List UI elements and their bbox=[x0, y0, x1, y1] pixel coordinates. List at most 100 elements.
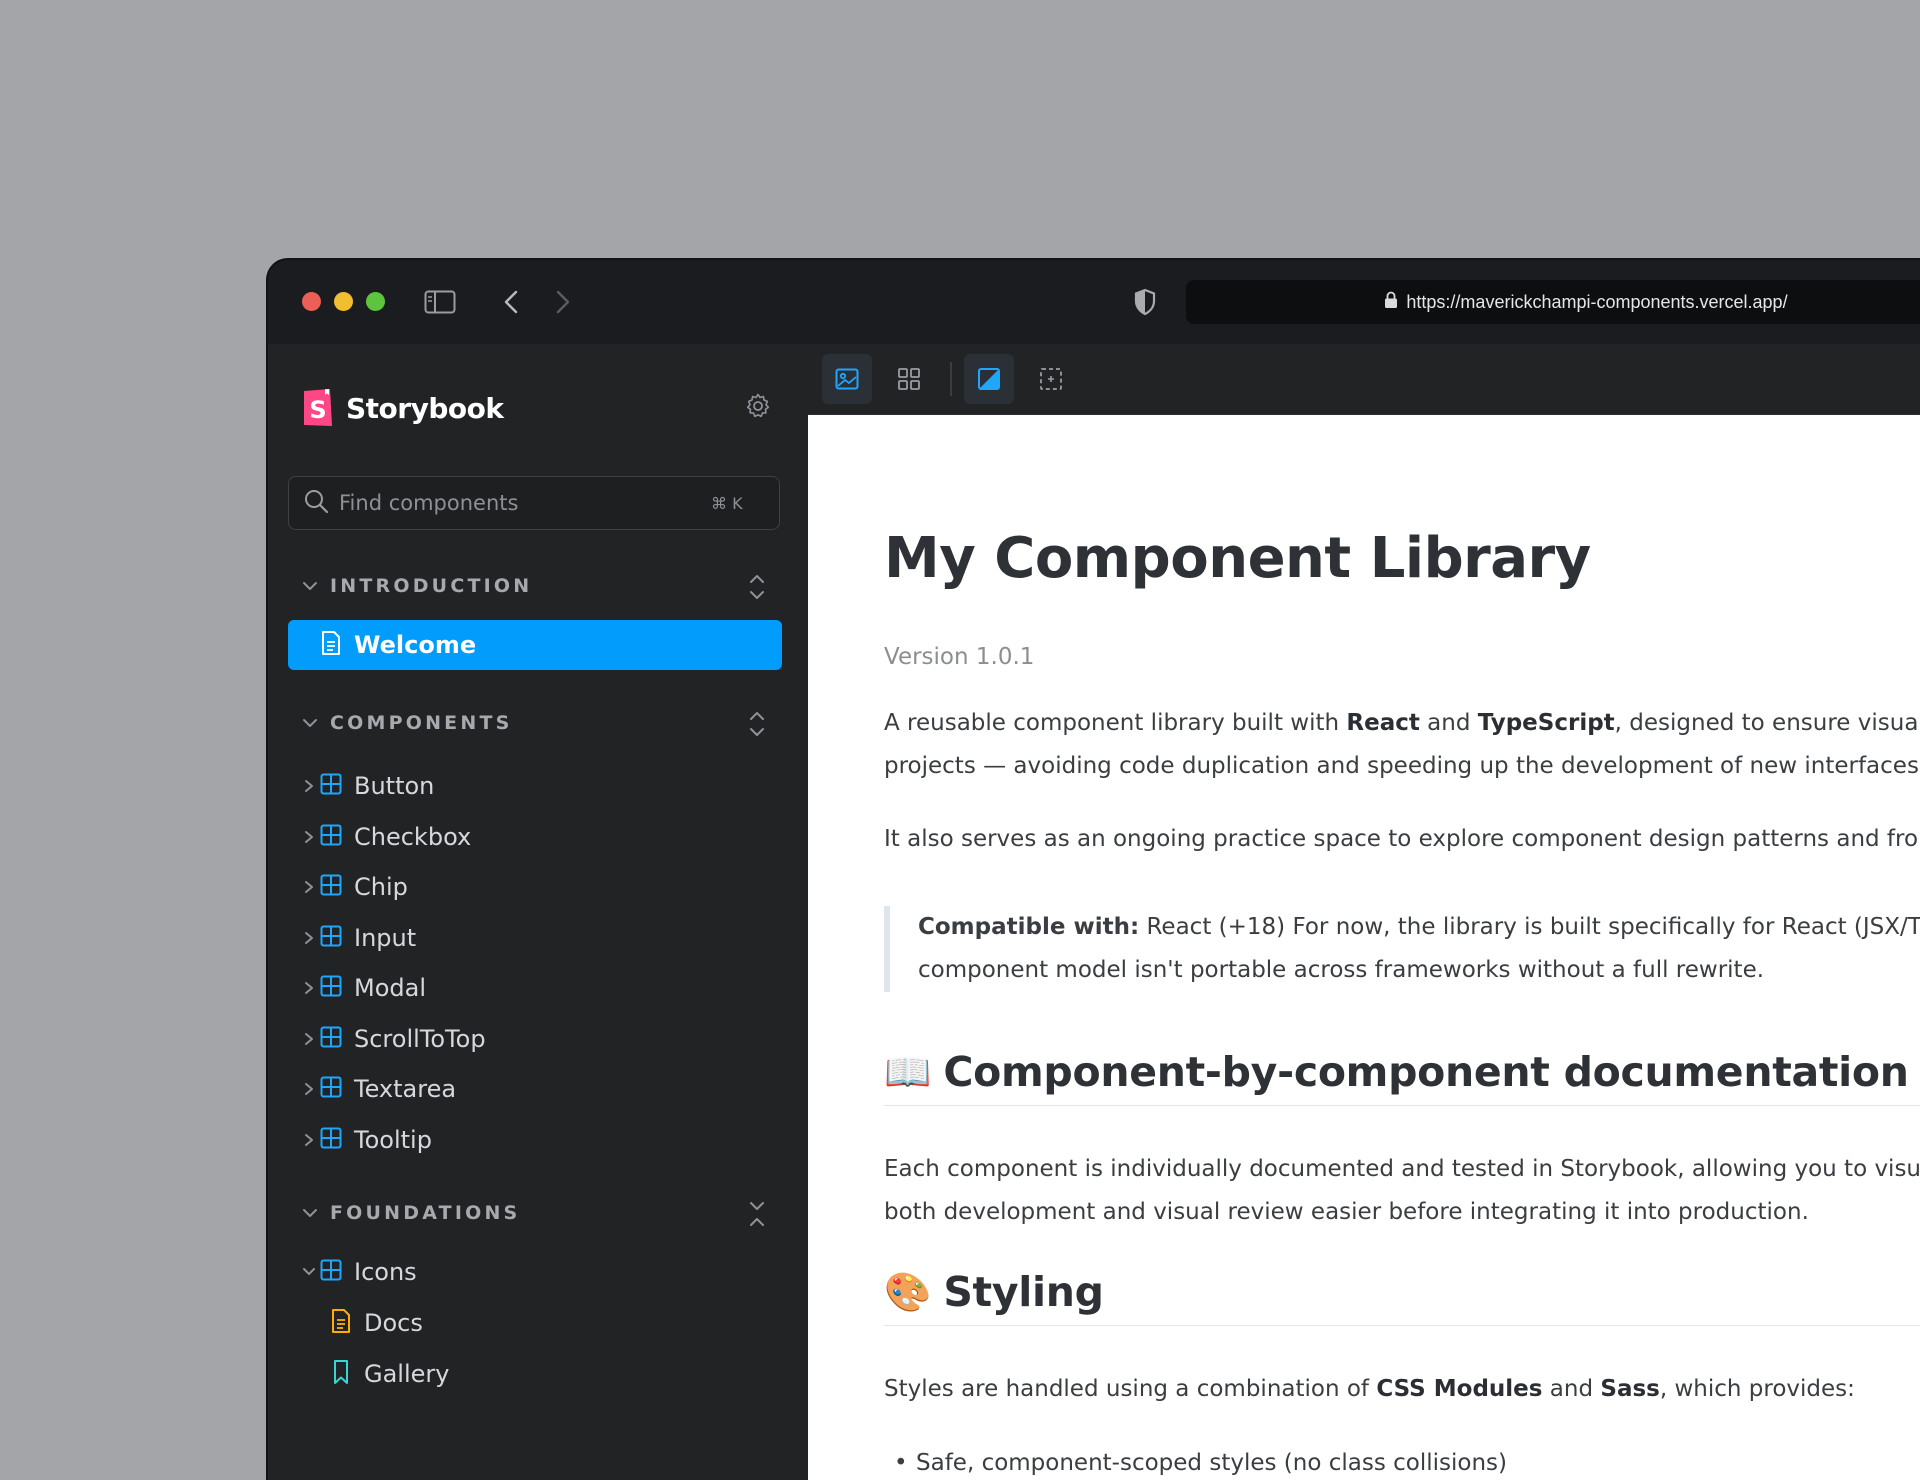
sidebar-item-welcome[interactable]: Welcome bbox=[288, 620, 782, 670]
sidebar-item-gallery[interactable]: Gallery bbox=[320, 1350, 782, 1398]
sidebar-item-checkbox[interactable]: Checkbox bbox=[288, 813, 782, 861]
bookmark-icon bbox=[330, 1359, 352, 1389]
text-run: Each component is individually documente… bbox=[884, 1156, 1920, 1182]
sidebar-item-label: Modal bbox=[354, 974, 426, 1002]
browser-titlebar: https://maverickchampi-components.vercel… bbox=[268, 260, 1920, 344]
text-run: , designed to ensure visual an bbox=[1614, 710, 1920, 736]
image-view-icon[interactable] bbox=[822, 354, 872, 404]
minimize-window-button[interactable] bbox=[334, 292, 353, 311]
sidebar-item-label: Gallery bbox=[364, 1360, 450, 1388]
sidebar-item-label: Input bbox=[354, 924, 417, 952]
zoom-window-button[interactable] bbox=[366, 292, 385, 311]
search-input[interactable] bbox=[339, 491, 709, 515]
grid-view-icon[interactable] bbox=[884, 354, 934, 404]
sidebar-item-textarea[interactable]: Textarea bbox=[288, 1065, 782, 1113]
sidebar-item-label: Button bbox=[354, 772, 435, 800]
sidebar-item-label: Welcome bbox=[354, 631, 477, 659]
text-run: projects — avoiding code duplication and… bbox=[884, 753, 1920, 779]
sidebar-item-docs[interactable]: Docs bbox=[320, 1299, 782, 1347]
sidebar-item-label: Textarea bbox=[354, 1075, 457, 1103]
background-toggle-icon[interactable] bbox=[964, 354, 1014, 404]
outline-toggle-icon[interactable] bbox=[1026, 354, 1076, 404]
chevron-right-icon bbox=[298, 830, 320, 844]
docs-icon bbox=[330, 1308, 352, 1338]
sidebar-item-scrolltotop[interactable]: ScrollToTop bbox=[288, 1015, 782, 1063]
storybook-logo-icon: S bbox=[302, 388, 334, 428]
url-text: https://maverickchampi-components.vercel… bbox=[1406, 291, 1788, 312]
styling-paragraph: Styles are handled using a combination o… bbox=[884, 1368, 1855, 1411]
text-run: component model isn't portable across fr… bbox=[918, 957, 1765, 983]
sidebar-item-label: Chip bbox=[354, 873, 408, 901]
chevron-right-icon bbox=[298, 779, 320, 793]
expand-collapse-icon[interactable] bbox=[748, 709, 766, 743]
documentation-paragraph: Each component is individually documente… bbox=[884, 1148, 1920, 1234]
heading-documentation: 📖 Component-by-component documentation bbox=[884, 1039, 1920, 1106]
version-text: Version 1.0.1 bbox=[884, 644, 1035, 670]
component-grid-icon bbox=[320, 1259, 342, 1285]
find-components-search[interactable]: ⌘ K bbox=[288, 476, 780, 530]
chevron-down-icon bbox=[298, 1266, 320, 1278]
address-bar[interactable]: https://maverickchampi-components.vercel… bbox=[1186, 280, 1920, 324]
sidebar-item-label: Docs bbox=[364, 1309, 423, 1337]
sidebar-toggle-icon[interactable] bbox=[422, 284, 458, 320]
brand-name: Storybook bbox=[346, 391, 504, 425]
chevron-down-icon bbox=[302, 714, 318, 733]
heading-text: Component-by-component documentation bbox=[943, 1048, 1909, 1096]
lock-icon bbox=[1384, 291, 1398, 313]
bold-text: React bbox=[1346, 710, 1420, 736]
settings-gear-icon[interactable] bbox=[744, 392, 772, 424]
text-run: , which provides: bbox=[1659, 1376, 1855, 1402]
svg-text:S: S bbox=[309, 396, 326, 424]
main-preview: My Component Library Version 1.0.1 A reu… bbox=[808, 344, 1920, 1480]
storybook-brand[interactable]: S Storybook bbox=[302, 388, 504, 428]
chevron-right-icon bbox=[298, 931, 320, 945]
document-icon bbox=[320, 630, 342, 660]
component-grid-icon bbox=[320, 975, 342, 1001]
sidebar-item-chip[interactable]: Chip bbox=[288, 863, 782, 911]
storybook-sidebar: S Storybook ⌘ K INTRODUCTION Welcome bbox=[268, 344, 808, 1480]
search-shortcut-hint: ⌘ K bbox=[711, 493, 743, 513]
sidebar-item-button[interactable]: Button bbox=[288, 762, 782, 810]
privacy-shield-icon[interactable] bbox=[1130, 284, 1160, 320]
sidebar-item-input[interactable]: Input bbox=[288, 914, 782, 962]
heading-styling: 🎨 Styling bbox=[884, 1259, 1920, 1326]
sidebar-item-label: Tooltip bbox=[354, 1126, 432, 1154]
section-label: COMPONENTS bbox=[330, 712, 513, 734]
text-run: and bbox=[1419, 710, 1478, 736]
page-title: My Component Library bbox=[884, 526, 1591, 591]
sidebar-item-label: ScrollToTop bbox=[354, 1025, 486, 1053]
section-introduction[interactable]: INTRODUCTION bbox=[288, 566, 780, 606]
text-run: Styles are handled using a combination o… bbox=[884, 1376, 1377, 1402]
section-components[interactable]: COMPONENTS bbox=[288, 703, 780, 743]
chevron-right-icon bbox=[298, 981, 320, 995]
section-label: INTRODUCTION bbox=[330, 575, 533, 597]
component-grid-icon bbox=[320, 1026, 342, 1052]
text-run: React (+18) For now, the library is buil… bbox=[1139, 914, 1920, 940]
close-window-button[interactable] bbox=[302, 292, 321, 311]
sidebar-item-modal[interactable]: Modal bbox=[288, 964, 782, 1012]
text-run: A reusable component library built with bbox=[884, 710, 1347, 736]
back-arrow-icon[interactable] bbox=[496, 284, 526, 320]
browser-window: https://maverickchampi-components.vercel… bbox=[268, 260, 1920, 1480]
heading-text: Styling bbox=[943, 1268, 1104, 1316]
section-foundations[interactable]: FOUNDATIONS bbox=[288, 1193, 780, 1233]
component-grid-icon bbox=[320, 824, 342, 850]
component-grid-icon bbox=[320, 1127, 342, 1153]
text-run: both development and visual review easie… bbox=[884, 1199, 1809, 1225]
compatibility-blockquote: Compatible with: React (+18) For now, th… bbox=[884, 906, 1920, 992]
sidebar-item-icons[interactable]: Icons bbox=[288, 1248, 782, 1296]
text-run: and bbox=[1542, 1376, 1601, 1402]
chevron-right-icon bbox=[298, 1133, 320, 1147]
sidebar-item-label: Checkbox bbox=[354, 823, 472, 851]
sidebar-item-tooltip[interactable]: Tooltip bbox=[288, 1116, 782, 1164]
chevron-right-icon bbox=[298, 1082, 320, 1096]
chevron-right-icon bbox=[298, 880, 320, 894]
intro-paragraph: A reusable component library built with … bbox=[884, 702, 1920, 788]
component-grid-icon bbox=[320, 1076, 342, 1102]
expand-collapse-icon[interactable] bbox=[748, 572, 766, 606]
collapse-icon[interactable] bbox=[748, 1199, 766, 1233]
section-label: FOUNDATIONS bbox=[330, 1202, 521, 1224]
palette-icon: 🎨 bbox=[884, 1269, 932, 1314]
forward-arrow-icon[interactable] bbox=[548, 284, 578, 320]
bold-text: CSS Modules bbox=[1376, 1376, 1543, 1402]
